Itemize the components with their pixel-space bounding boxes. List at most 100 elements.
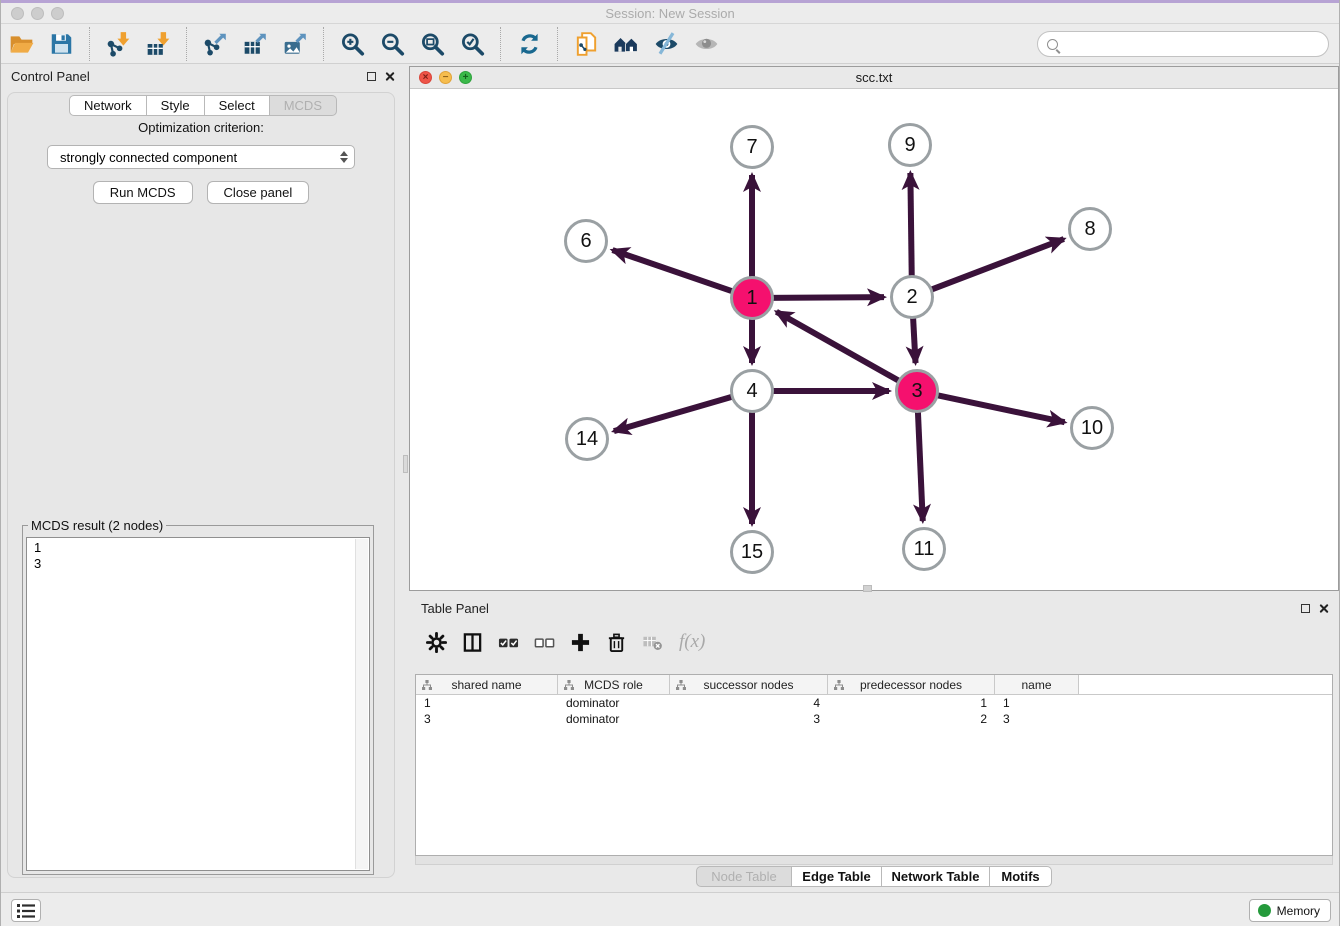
export-table-icon[interactable] xyxy=(238,28,272,60)
tab-edge-table[interactable]: Edge Table xyxy=(792,866,882,887)
tab-mcds[interactable]: MCDS xyxy=(270,95,337,116)
column-header-mcds-role[interactable]: MCDS role xyxy=(558,675,670,695)
table-cell[interactable]: 2 xyxy=(828,711,995,727)
table-row[interactable]: 1dominator411 xyxy=(416,695,1332,711)
tab-network-table[interactable]: Network Table xyxy=(882,866,990,887)
table-cell[interactable]: 3 xyxy=(995,711,1079,727)
table-panel-title: Table Panel xyxy=(421,601,489,616)
show-toggle-eye-icon[interactable] xyxy=(689,28,723,60)
graph-node-1[interactable]: 1 xyxy=(730,276,774,320)
graph-edge-3-1[interactable] xyxy=(776,312,901,382)
network-canvas[interactable]: 7 9 6 8 1 2 4 3 14 10 15 11 xyxy=(410,89,1338,590)
table-options-gear-icon[interactable] xyxy=(421,627,451,657)
graph-node-8[interactable]: 8 xyxy=(1068,207,1112,251)
table-cell[interactable]: 1 xyxy=(828,695,995,711)
zoom-out-icon[interactable] xyxy=(375,28,409,60)
canvas-resize-handle[interactable] xyxy=(863,585,872,592)
column-header-predecessor-nodes[interactable]: predecessor nodes xyxy=(828,675,995,695)
import-table-icon[interactable] xyxy=(141,28,175,60)
tab-select[interactable]: Select xyxy=(205,95,270,116)
node-table[interactable]: shared name MCDS role successor nodes pr… xyxy=(415,674,1333,856)
tab-network[interactable]: Network xyxy=(69,95,147,116)
export-image-icon[interactable] xyxy=(278,28,312,60)
zoom-fit-icon[interactable] xyxy=(415,28,449,60)
tab-motifs[interactable]: Motifs xyxy=(990,866,1052,887)
export-network-icon[interactable] xyxy=(198,28,232,60)
control-panel-tabs: Network Style Select MCDS xyxy=(1,95,405,116)
global-search[interactable] xyxy=(1037,31,1329,57)
graph-node-9[interactable]: 9 xyxy=(888,123,932,167)
table-cell[interactable]: dominator xyxy=(558,711,670,727)
add-column-icon[interactable] xyxy=(565,627,595,657)
float-panel-icon[interactable] xyxy=(367,72,376,81)
show-columns-icon[interactable] xyxy=(457,627,487,657)
toolbar-separator xyxy=(500,27,501,61)
table-cell[interactable]: 1 xyxy=(416,695,558,711)
table-cell[interactable]: 3 xyxy=(416,711,558,727)
clone-network-icon[interactable] xyxy=(569,28,603,60)
result-scrollbar[interactable] xyxy=(355,539,368,869)
table-row[interactable]: 3dominator323 xyxy=(416,711,1332,727)
graph-node-3[interactable]: 3 xyxy=(895,369,939,413)
tab-style[interactable]: Style xyxy=(147,95,205,116)
graph-edge-2-8[interactable] xyxy=(929,239,1064,291)
graph-node-15[interactable]: 15 xyxy=(730,530,774,574)
node-table-body: 1dominator4113dominator323 xyxy=(416,695,1332,727)
table-scroll-track[interactable] xyxy=(415,856,1333,865)
zoom-selected-icon[interactable] xyxy=(455,28,489,60)
table-cell[interactable]: 1 xyxy=(995,695,1079,711)
table-cell[interactable]: 3 xyxy=(670,711,828,727)
tab-node-table[interactable]: Node Table xyxy=(696,866,792,887)
close-panel-icon[interactable] xyxy=(384,71,395,82)
import-network-icon[interactable] xyxy=(101,28,135,60)
hide-toggle-eye-slash-icon[interactable] xyxy=(649,28,683,60)
network-window-titlebar[interactable]: × − + scc.txt xyxy=(410,67,1338,89)
memory-label: Memory xyxy=(1277,904,1320,918)
graph-node-2[interactable]: 2 xyxy=(890,275,934,319)
home-view-icon[interactable] xyxy=(609,28,643,60)
graph-edge-3-11[interactable] xyxy=(918,409,923,521)
column-header-successor-nodes[interactable]: successor nodes xyxy=(670,675,828,695)
deselect-all-checks-icon[interactable] xyxy=(529,627,559,657)
splitter-handle[interactable] xyxy=(403,455,408,473)
run-mcds-button[interactable]: Run MCDS xyxy=(93,181,193,204)
table-cell[interactable]: dominator xyxy=(558,695,670,711)
graph-edge-1-2[interactable] xyxy=(770,297,884,298)
close-panel-button[interactable]: Close panel xyxy=(207,181,310,204)
graph-node-4[interactable]: 4 xyxy=(730,369,774,413)
graph-edge-4-14[interactable] xyxy=(614,396,735,431)
minimize-network-icon[interactable]: − xyxy=(439,71,452,84)
memory-button[interactable]: Memory xyxy=(1249,899,1331,922)
graph-node-6[interactable]: 6 xyxy=(564,219,608,263)
table-panel: Table Panel f(x) xyxy=(409,596,1339,890)
column-header-name[interactable]: name xyxy=(995,675,1079,695)
function-builder-icon[interactable]: f(x) xyxy=(673,627,705,657)
close-network-icon[interactable]: × xyxy=(419,71,432,84)
close-table-panel-icon[interactable] xyxy=(1318,603,1329,614)
select-all-checks-icon[interactable] xyxy=(493,627,523,657)
graph-edge-3-10[interactable] xyxy=(935,395,1065,422)
open-file-icon[interactable] xyxy=(4,28,38,60)
graph-node-11[interactable]: 11 xyxy=(902,527,946,571)
column-header-shared-name[interactable]: shared name xyxy=(416,675,558,695)
maximize-network-icon[interactable]: + xyxy=(459,71,472,84)
graph-edge-2-3[interactable] xyxy=(913,315,916,363)
mcds-result-list[interactable]: 13 xyxy=(26,537,370,871)
graph-edge-2-9[interactable] xyxy=(910,173,911,279)
table-cell[interactable]: 4 xyxy=(670,695,828,711)
refresh-view-icon[interactable] xyxy=(512,28,546,60)
app-title: Session: New Session xyxy=(1,6,1339,21)
search-input[interactable] xyxy=(1064,34,1328,54)
criterion-select[interactable]: strongly connected component xyxy=(47,145,355,169)
save-session-icon[interactable] xyxy=(44,28,78,60)
float-table-panel-icon[interactable] xyxy=(1301,604,1310,613)
zoom-in-icon[interactable] xyxy=(335,28,369,60)
task-history-button[interactable] xyxy=(11,899,41,922)
delete-table-disabled-icon[interactable] xyxy=(637,627,667,657)
graph-edges xyxy=(410,89,1338,590)
graph-node-7[interactable]: 7 xyxy=(730,125,774,169)
graph-node-14[interactable]: 14 xyxy=(565,417,609,461)
graph-node-10[interactable]: 10 xyxy=(1070,406,1114,450)
delete-trash-icon[interactable] xyxy=(601,627,631,657)
graph-edge-1-6[interactable] xyxy=(612,250,734,292)
